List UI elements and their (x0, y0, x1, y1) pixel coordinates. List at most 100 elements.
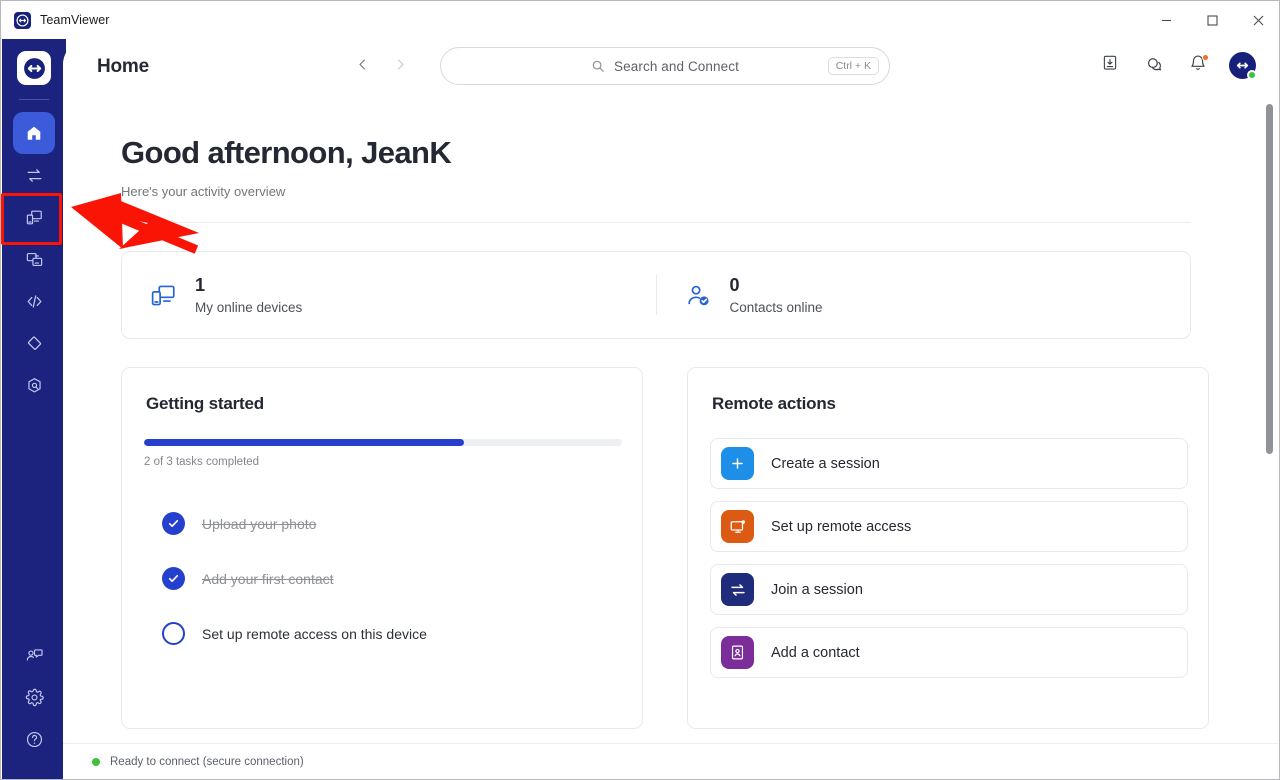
onboarding-task-list: Upload your photo Add your first contact… (144, 496, 616, 661)
forward-button[interactable] (386, 53, 414, 81)
help-circle-icon (25, 730, 44, 749)
action-label: Set up remote access (771, 518, 912, 535)
chevron-left-icon (355, 57, 370, 77)
status-indicator-dot (92, 758, 100, 766)
navigation-arrows (348, 53, 414, 81)
contact-check-icon (684, 281, 713, 310)
sidebar-item-settings[interactable] (13, 676, 55, 718)
sidebar-brand-logo[interactable] (17, 51, 51, 85)
transfer-arrows-icon (721, 573, 754, 606)
gear-icon (25, 688, 44, 707)
remote-actions-list: Create a session Set up remote access Jo… (710, 438, 1188, 678)
minimize-button[interactable] (1143, 1, 1189, 39)
onboarding-progress-bar (144, 439, 622, 446)
status-text: Ready to connect (secure connection) (110, 756, 304, 768)
file-transfer-icon (25, 250, 44, 269)
task-label: Set up remote access on this device (202, 625, 427, 642)
diamond-icon (25, 334, 44, 353)
downloads-button[interactable] (1097, 53, 1123, 79)
title-bar: TeamViewer (1, 1, 1279, 39)
sidebar-nav (1, 112, 62, 406)
search-placeholder: Search and Connect (614, 58, 739, 74)
stat-contacts-online[interactable]: 0 Contacts online (655, 275, 1191, 315)
plus-icon (721, 447, 754, 480)
search-shortcut-badge: Ctrl + K (827, 57, 879, 75)
panels-row: Getting started 2 of 3 tasks completed U… (121, 367, 1279, 729)
create-session-button[interactable]: Create a session (710, 438, 1188, 489)
sidebar-item-help[interactable] (13, 718, 55, 760)
search-input[interactable]: Search and Connect Ctrl + K (440, 47, 890, 85)
devices-icon (25, 208, 44, 227)
online-status-dot (1247, 70, 1257, 80)
task-label: Upload your photo (202, 515, 317, 532)
maximize-button[interactable] (1189, 1, 1235, 39)
sidebar-item-contacts-chat[interactable] (13, 634, 55, 676)
panel-title: Getting started (146, 394, 264, 413)
back-button[interactable] (348, 53, 376, 81)
chat-button[interactable] (1141, 53, 1167, 79)
search-icon (591, 59, 605, 73)
add-contact-button[interactable]: Add a contact (710, 627, 1188, 678)
code-brackets-icon (25, 292, 44, 311)
sidebar-item-monitoring[interactable] (13, 322, 55, 364)
action-label: Create a session (771, 455, 880, 472)
stats-card: 1 My online devices 0 Contacts online (121, 251, 1191, 339)
sidebar-item-scripts[interactable] (13, 280, 55, 322)
progress-fill (144, 439, 465, 446)
join-session-button[interactable]: Join a session (710, 564, 1188, 615)
task-item[interactable]: Upload your photo (144, 496, 616, 551)
page-title: Home (97, 56, 149, 77)
stat-value: 1 (195, 275, 206, 296)
sidebar-divider (19, 99, 49, 100)
sidebar-item-connections[interactable] (13, 154, 55, 196)
devices-icon (149, 281, 178, 310)
empty-circle-icon (162, 622, 185, 645)
stat-my-online-devices[interactable]: 1 My online devices (122, 275, 656, 315)
sidebar-item-security[interactable] (13, 364, 55, 406)
scrollbar-thumb[interactable] (1266, 104, 1273, 454)
stat-label: My online devices (195, 299, 303, 315)
page-body: Good afternoon, JeanK Here's your activi… (63, 95, 1279, 760)
close-button[interactable] (1235, 1, 1279, 39)
remote-screen-icon (721, 510, 754, 543)
sidebar-item-devices[interactable] (1, 193, 62, 245)
progress-label: 2 of 3 tasks completed (144, 456, 260, 468)
status-bar: Ready to connect (secure connection) (63, 743, 1279, 779)
downloads-icon (1101, 54, 1119, 77)
shield-hex-icon (25, 376, 44, 395)
window-controls (1143, 1, 1279, 39)
remote-actions-panel: Remote actions Create a session Set up r… (687, 367, 1209, 729)
header-icon-group (1097, 52, 1257, 80)
greeting-title: Good afternoon, JeanK (121, 135, 452, 170)
chat-bubbles-icon (1145, 54, 1164, 78)
task-item[interactable]: Add your first contact (144, 551, 616, 606)
content-surface: Home Search and Connect Ctrl + K Good af… (63, 39, 1279, 779)
sidebar-item-home[interactable] (13, 112, 55, 154)
vertical-scrollbar[interactable] (1266, 99, 1273, 699)
notifications-button[interactable] (1185, 53, 1211, 79)
action-label: Join a session (771, 581, 863, 598)
teamviewer-logo-icon (14, 11, 31, 29)
check-circle-icon (162, 567, 185, 590)
avatar[interactable] (1229, 52, 1257, 80)
teamviewer-window: TeamViewer Home Search and Connect Ctrl … (0, 0, 1280, 780)
contact-book-icon (721, 636, 754, 669)
chevron-right-icon (393, 57, 408, 77)
stat-value: 0 (729, 275, 740, 296)
header-divider (121, 222, 1191, 223)
window-title: TeamViewer (40, 13, 110, 27)
greeting-block: Good afternoon, JeanK Here's your activi… (121, 135, 1279, 199)
check-circle-icon (162, 512, 185, 535)
transfer-arrows-icon (25, 166, 44, 185)
sidebar-item-file-transfer[interactable] (13, 238, 55, 280)
task-item[interactable]: Set up remote access on this device (144, 606, 616, 661)
getting-started-panel: Getting started 2 of 3 tasks completed U… (121, 367, 643, 729)
panel-title: Remote actions (712, 394, 836, 413)
sidebar-bottom-nav (13, 634, 55, 760)
action-label: Add a contact (771, 644, 860, 661)
greeting-subtitle: Here's your activity overview (121, 184, 286, 199)
app-header: Home Search and Connect Ctrl + K (63, 39, 1279, 95)
stat-label: Contacts online (729, 299, 823, 315)
sidebar (1, 39, 66, 779)
setup-remote-access-button[interactable]: Set up remote access (710, 501, 1188, 552)
